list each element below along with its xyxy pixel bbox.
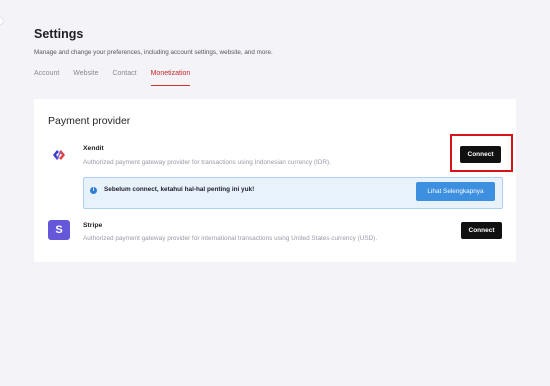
tab-account[interactable]: Account — [34, 68, 59, 86]
highlight-annotation — [450, 134, 513, 172]
tab-website[interactable]: Website — [73, 68, 98, 86]
tab-monetization[interactable]: Monetization — [150, 68, 190, 86]
stripe-description: Authorized payment gateway provider for … — [83, 235, 378, 242]
xendit-name: Xendit — [83, 145, 104, 152]
stripe-connect-button[interactable]: Connect — [461, 222, 502, 239]
stripe-logo-letter: S — [55, 224, 63, 236]
notice-text: Sebelum connect, ketahui hal-hal penting… — [104, 186, 255, 193]
payment-provider-card: Payment provider Xendit Authorized payme… — [34, 99, 516, 262]
info-icon: i — [90, 187, 97, 194]
tab-contact[interactable]: Contact — [112, 68, 136, 86]
page-title: Settings — [34, 27, 84, 41]
info-notice: i Sebelum connect, ketahui hal-hal penti… — [83, 177, 503, 209]
settings-tabs: Account Website Contact Monetization — [34, 68, 204, 88]
xendit-description: Authorized payment gateway provider for … — [83, 159, 331, 166]
card-title: Payment provider — [48, 115, 131, 127]
collapsed-panel-handle[interactable] — [0, 17, 4, 25]
page-subtitle: Manage and change your preferences, incl… — [34, 49, 273, 56]
stripe-name: Stripe — [83, 222, 103, 229]
page-header: Settings Manage and change your preferen… — [34, 26, 524, 57]
learn-more-button[interactable]: Lihat Selengkapnya — [416, 182, 495, 201]
xendit-logo-icon — [48, 145, 70, 165]
stripe-logo-icon: S — [48, 220, 70, 240]
